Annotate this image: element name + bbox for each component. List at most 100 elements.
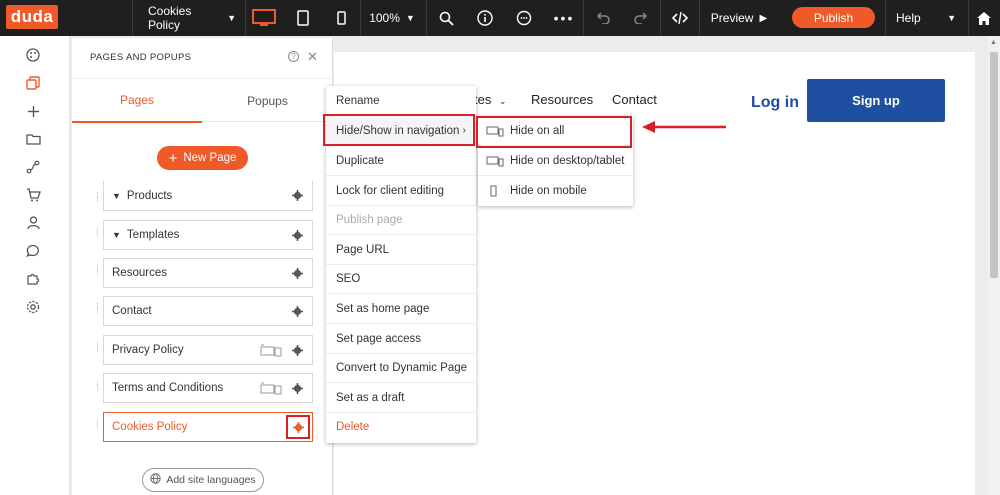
new-page-button[interactable]: + New Page	[157, 146, 248, 170]
top-toolbar: duda Cookies Policy ▼ 100% ▼ ••• Preview	[0, 0, 1000, 36]
menu-item-set-as-home-page[interactable]: Set as home page	[326, 294, 476, 324]
page-row-templates[interactable]: ▼ Templates	[103, 220, 313, 250]
new-page-label: New Page	[183, 152, 237, 164]
desktop-tablet-icon	[486, 155, 504, 167]
scroll-up-icon[interactable]: ▲	[990, 39, 997, 46]
hidden-in-navigation-icon	[260, 344, 282, 360]
mobile-view-icon[interactable]	[330, 0, 352, 36]
flow-icon[interactable]	[24, 158, 42, 176]
divider	[360, 0, 361, 36]
page-row-label: Products	[126, 189, 173, 202]
pages-icon[interactable]	[24, 74, 42, 92]
settings-gear-icon[interactable]	[24, 298, 42, 316]
panel-tabs: Pages Popups	[72, 78, 333, 123]
tablet-view-icon[interactable]	[290, 0, 316, 36]
menu-item-delete[interactable]: Delete	[326, 412, 476, 442]
help-menu[interactable]: Help ▼	[888, 0, 964, 36]
page-row-label: Resources	[112, 267, 167, 279]
login-link[interactable]: Log in	[751, 94, 799, 112]
plus-icon: +	[168, 149, 178, 167]
menu-item-set-as-draft[interactable]: Set as a draft	[326, 383, 476, 413]
menu-item-lock-for-client-editing[interactable]: Lock for client editing	[326, 176, 476, 206]
submenu-item-hide-on-desktop-tablet[interactable]: Hide on desktop/tablet	[478, 146, 633, 176]
scroll-thumb[interactable]	[990, 52, 998, 278]
desktop-view-icon[interactable]	[248, 0, 280, 36]
folder-icon[interactable]	[24, 130, 42, 148]
chevron-down-icon: ▼	[227, 13, 236, 23]
home-icon[interactable]	[972, 0, 996, 36]
nav-item-contact[interactable]: Contact	[612, 92, 657, 107]
cart-icon[interactable]	[24, 186, 42, 204]
drag-handle-icon[interactable]: ⁝ ⁝	[96, 418, 102, 436]
menu-item-page-url[interactable]: Page URL	[326, 235, 476, 265]
more-options-icon[interactable]: •••	[550, 0, 578, 36]
page-settings-gear-icon[interactable]	[290, 266, 304, 280]
page-row-resources[interactable]: Resources	[103, 258, 313, 288]
menu-item-seo[interactable]: SEO	[326, 264, 476, 294]
submenu-item-hide-on-mobile[interactable]: Hide on mobile	[478, 176, 633, 206]
pages-panel: PAGES AND POPUPS ? ✕ Pages Popups + New …	[72, 38, 333, 495]
duda-logo[interactable]: duda	[6, 5, 58, 29]
nav-item-label: tes	[474, 92, 492, 107]
info-icon[interactable]	[473, 0, 497, 36]
add-site-languages-button[interactable]: Add site languages	[142, 468, 264, 492]
mobile-icon	[486, 185, 504, 197]
page-settings-gear-icon[interactable]	[290, 381, 304, 395]
page-settings-gear-icon[interactable]	[290, 228, 304, 242]
menu-item-set-page-access[interactable]: Set page access	[326, 324, 476, 354]
code-icon[interactable]	[668, 0, 692, 36]
page-settings-gear-icon[interactable]	[286, 415, 310, 439]
hidden-in-navigation-icon	[260, 382, 282, 398]
zoom-selector[interactable]: 100% ▼	[364, 0, 420, 36]
page-settings-gear-icon[interactable]	[290, 304, 304, 318]
page-selector-label: Cookies Policy	[148, 4, 192, 32]
divider	[426, 0, 427, 36]
divider	[132, 0, 133, 36]
comments-icon[interactable]	[512, 0, 536, 36]
drag-handle-icon[interactable]: ⁝ ⁝	[96, 264, 102, 282]
nav-item-resources[interactable]: Resources	[531, 92, 593, 107]
menu-item-duplicate[interactable]: Duplicate	[326, 146, 476, 176]
design-palette-icon[interactable]	[24, 46, 42, 64]
redo-icon[interactable]	[630, 0, 652, 36]
divider	[885, 0, 886, 36]
panel-title: PAGES AND POPUPS	[90, 52, 192, 63]
page-settings-gear-icon[interactable]	[290, 343, 304, 357]
tab-popups[interactable]: Popups	[202, 79, 333, 123]
nav-item-templates[interactable]: tes ⌄	[474, 92, 507, 107]
publish-button[interactable]: Publish	[792, 7, 875, 28]
tab-pages[interactable]: Pages	[72, 79, 202, 123]
page-row-privacy-policy[interactable]: Privacy Policy	[103, 335, 313, 365]
drag-handle-icon[interactable]: ⁝ ⁝	[96, 341, 102, 359]
page-row-contact[interactable]: Contact	[103, 296, 313, 326]
globe-icon	[150, 473, 162, 487]
drag-handle-icon[interactable]: ⁝ ⁝	[96, 379, 102, 397]
page-row-label: Terms and Conditions	[112, 382, 224, 394]
menu-item-rename[interactable]: Rename	[326, 86, 476, 116]
page-selector[interactable]: Cookies Policy ▼	[140, 0, 244, 36]
help-icon[interactable]: ?	[288, 51, 299, 62]
preview-button[interactable]: Preview ▶	[706, 0, 772, 36]
page-row-cookies-policy[interactable]: Cookies Policy	[103, 412, 313, 442]
chevron-down-icon: ▼	[947, 13, 956, 23]
puzzle-icon[interactable]	[24, 270, 42, 288]
divider	[699, 0, 700, 36]
chat-icon[interactable]	[24, 242, 42, 260]
drag-handle-icon[interactable]: ⁝ ⁝	[96, 191, 102, 209]
drag-handle-icon[interactable]: ⁝ ⁝	[96, 226, 102, 244]
menu-item-convert-to-dynamic-page[interactable]: Convert to Dynamic Page	[326, 353, 476, 383]
page-row-terms-and-conditions[interactable]: Terms and Conditions	[103, 373, 313, 403]
search-icon[interactable]	[434, 0, 458, 36]
add-element-icon[interactable]	[24, 102, 42, 120]
page-row-products[interactable]: ▼ Products	[103, 181, 313, 211]
chevron-down-icon: ▼	[112, 190, 121, 201]
close-icon[interactable]: ✕	[307, 49, 318, 65]
canvas-scrollbar[interactable]: ▲	[988, 36, 1000, 495]
user-icon[interactable]	[24, 214, 42, 232]
signup-button[interactable]: Sign up	[807, 79, 945, 122]
page-row-label: Contact	[112, 305, 152, 317]
drag-handle-icon[interactable]: ⁝ ⁝	[96, 302, 102, 320]
undo-icon[interactable]	[592, 0, 614, 36]
page-settings-gear-icon[interactable]	[290, 188, 304, 202]
preview-label: Preview	[710, 11, 754, 25]
